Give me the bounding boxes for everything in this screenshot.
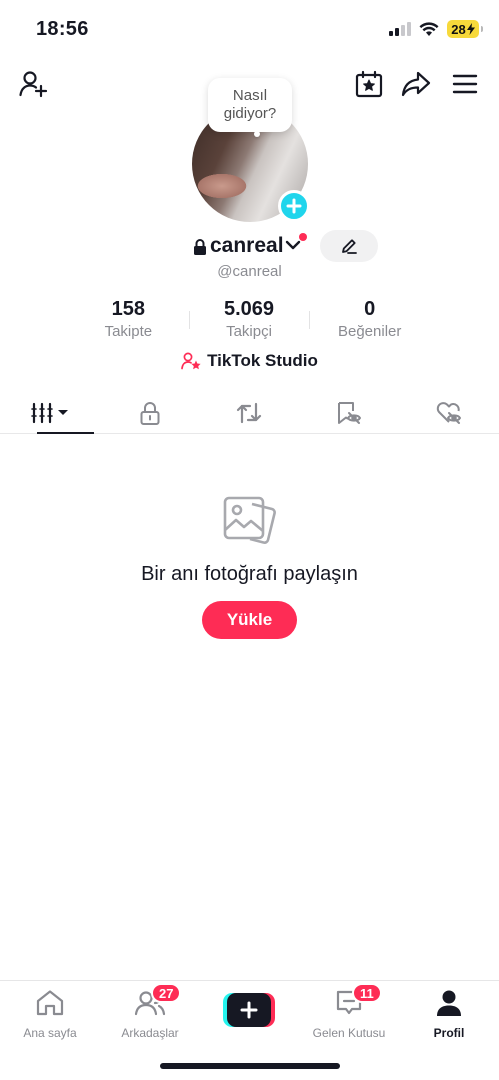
edit-profile-button[interactable]: [320, 230, 378, 262]
tab-liked[interactable]: [399, 392, 499, 433]
inbox-badge: 11: [352, 983, 382, 1003]
nav-profile[interactable]: Profil: [399, 989, 499, 1040]
tab-private[interactable]: [100, 392, 200, 433]
nav-profile-label: Profil: [433, 1026, 465, 1040]
nav-home[interactable]: Ana sayfa: [0, 989, 100, 1040]
stat-likes[interactable]: 0 Beğeniler: [309, 298, 430, 344]
creator-star-icon: [181, 352, 201, 370]
notification-dot: [299, 233, 307, 241]
friends-badge: 27: [151, 983, 182, 1003]
nav-home-label: Ana sayfa: [23, 1026, 77, 1040]
nav-friends-label: Arkadaşlar: [121, 1026, 179, 1040]
charging-icon: [466, 23, 475, 35]
username-row: canreal: [0, 230, 499, 262]
tab-reposts[interactable]: [200, 392, 300, 433]
battery-level: 28: [451, 21, 466, 37]
add-story-button[interactable]: [278, 190, 310, 222]
user-handle: @canreal: [217, 263, 282, 280]
bookmark-hidden-icon: [338, 401, 362, 424]
profile-icon: [437, 990, 461, 1016]
stat-label: Beğeniler: [337, 323, 402, 340]
plus-icon: [227, 993, 271, 1027]
tab-saved[interactable]: [299, 392, 399, 433]
add-friend-icon[interactable]: [17, 68, 49, 100]
stat-followers[interactable]: 5.069 Takipçi: [188, 298, 310, 344]
status-bar: 18:56 28: [0, 0, 499, 58]
nav-inbox[interactable]: Gelen Kutusu: [299, 989, 399, 1040]
share-icon[interactable]: [400, 68, 432, 100]
tiktok-studio-link[interactable]: TikTok Studio: [0, 351, 499, 371]
lock-icon: [194, 239, 206, 255]
create-button[interactable]: [223, 993, 275, 1027]
chevron-down-icon[interactable]: [285, 239, 301, 251]
nav-friends[interactable]: Arkadaşlar: [100, 989, 200, 1040]
status-icons: 28: [389, 20, 483, 38]
pencil-icon: [342, 239, 357, 254]
menu-icon[interactable]: [449, 68, 481, 100]
stat-value: 5.069: [223, 298, 275, 320]
username[interactable]: canreal: [210, 234, 284, 258]
stat-value: 0: [364, 298, 376, 320]
empty-state-title: Bir anı fotoğrafı paylaşın: [141, 563, 358, 585]
stat-value: 158: [111, 298, 146, 320]
studio-label: TikTok Studio: [207, 351, 318, 370]
heart-hidden-icon: [436, 401, 462, 424]
profile-stats: 158 Takipte 5.069 Takipçi 0 Beğeniler: [68, 298, 430, 344]
cellular-signal-icon: [389, 22, 411, 36]
calendar-star-icon[interactable]: [353, 68, 385, 100]
repost-icon: [237, 402, 262, 423]
stat-label: Takipçi: [226, 323, 272, 340]
plus-icon: [286, 198, 302, 214]
home-icon: [36, 990, 64, 1016]
stat-label: Takipte: [104, 323, 153, 340]
status-time: 18:56: [36, 18, 89, 40]
nav-inbox-label: Gelen Kutusu: [312, 1026, 386, 1040]
home-indicator: [160, 1063, 340, 1069]
content-tabs: [0, 392, 499, 434]
grid-menu-icon: [31, 402, 68, 423]
upload-button[interactable]: Yükle: [202, 601, 297, 639]
battery-icon: 28: [447, 20, 483, 38]
photo-stack-icon: [223, 496, 276, 544]
wifi-icon: [419, 21, 439, 36]
stat-following[interactable]: 158 Takipte: [68, 298, 189, 344]
tab-videos[interactable]: [0, 392, 100, 434]
status-bubble[interactable]: Nasıl gidiyor?: [208, 78, 292, 137]
lock-icon: [140, 401, 160, 425]
